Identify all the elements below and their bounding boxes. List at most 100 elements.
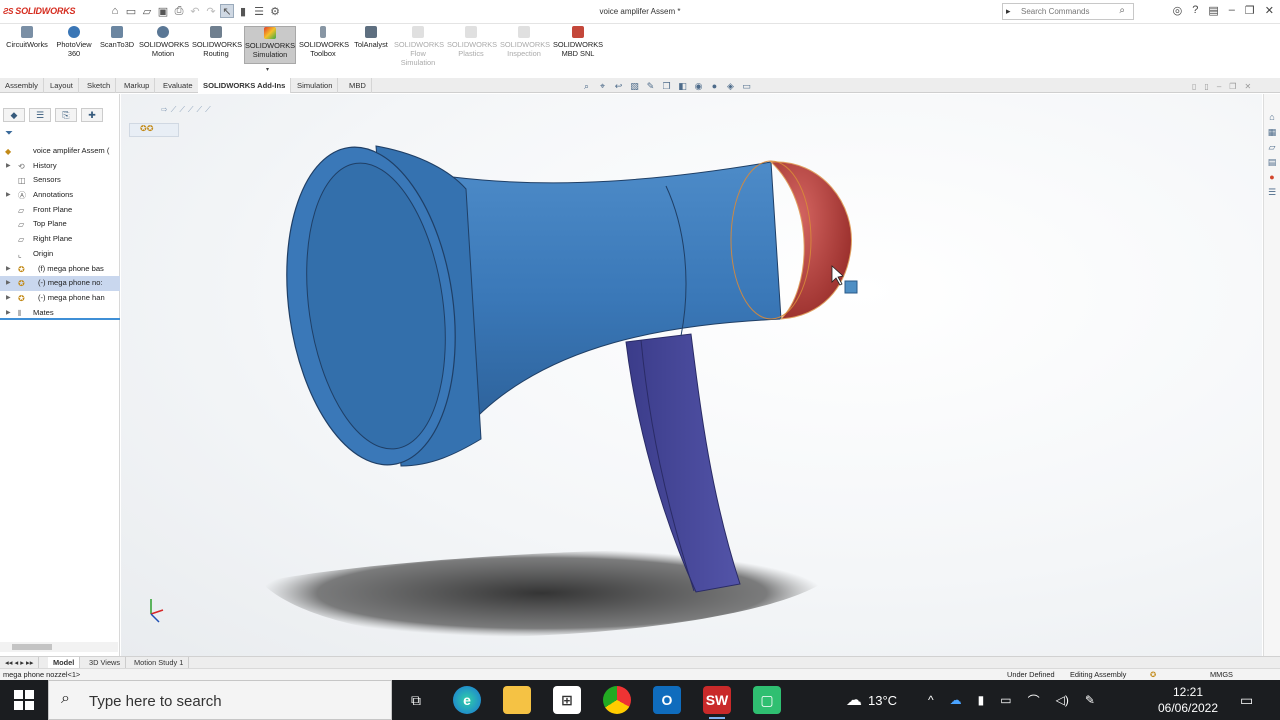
solidworks-resources-icon[interactable]: ⌂ [1266,112,1278,124]
flow-simulation-button[interactable]: SOLIDWORKS Flow Simulation [394,26,444,67]
section-view-icon[interactable]: ▧ [628,81,641,92]
breadcrumb-filter-icon[interactable]: ⇨ [161,105,168,115]
usb-icon[interactable]: ▮ [978,693,985,707]
featuremanager-tab-icon[interactable]: ◆ [3,108,25,122]
battery-icon[interactable]: ▭ [1000,693,1011,707]
breadcrumb-sketch-icon[interactable]: ⟋ [179,105,185,115]
search-commands-input[interactable]: ▸ Search Commands ⌕ [1002,3,1134,20]
print-icon[interactable]: ⎙ [172,4,186,18]
zoom-to-area-icon[interactable]: ⌖ [596,81,609,92]
tile-icon[interactable]: ▤ [1208,4,1218,17]
inspection-button[interactable]: SOLIDWORKS Inspection [500,26,550,58]
microsoft-store-icon[interactable]: ⊞ [553,686,581,714]
wifi-icon[interactable]: ⌒ [1028,692,1040,709]
tree-item-part[interactable]: ▶ ✪ (f) mega phone bas [0,262,120,277]
tab-markup[interactable]: Markup [119,78,156,93]
units-selector[interactable]: MMGS [1210,670,1233,679]
dimxpert-tab-icon[interactable]: ✚ [81,108,103,122]
solidworks-logo[interactable]: ƧS SOLIDWORKS [3,6,75,16]
file-properties-icon[interactable]: ☰ [252,4,266,18]
edge-browser-icon[interactable]: e [453,686,481,714]
dynamic-annotation-icon[interactable]: ✎ [644,81,657,92]
display-style-icon[interactable]: ◧ [676,81,689,92]
tree-item-sensors[interactable]: ◫ Sensors [0,173,120,188]
graphics-area[interactable]: ⇨ ⟋ ⟋ ⟋ ⟋ ⟋ ✪✪ [121,94,1262,656]
tree-item-part[interactable]: ▶ ✪ (-) mega phone han [0,291,120,306]
tree-item-mates[interactable]: ▶ ⫴ Mates [0,306,120,321]
photoview-360-button[interactable]: PhotoView 360 [54,26,94,58]
search-scope-icon[interactable]: ▸ [1006,6,1011,17]
breadcrumb-sketch-icon[interactable]: ⟋ [171,105,177,115]
rebuild-status-icon[interactable]: ✪ [1150,670,1156,679]
close-icon[interactable]: ✕ [1265,4,1274,17]
breadcrumb-assembly-icon[interactable]: ✪✪ [129,123,179,137]
solidworks-taskbar-icon[interactable]: SW [703,686,731,719]
expand-arrow-icon[interactable]: ▶ [6,291,11,305]
solidworks-motion-button[interactable]: SOLIDWORKS Motion [139,26,189,58]
tab-evaluate[interactable]: Evaluate [158,78,199,93]
tab-solidworks-add-ins[interactable]: SOLIDWORKS Add-Ins [198,78,292,93]
tab-sketch[interactable]: Sketch [82,78,117,93]
tab-assembly[interactable]: Assembly [0,78,44,93]
volume-icon[interactable]: ◁) [1056,693,1069,707]
hide-show-items-icon[interactable]: ◉ [692,81,705,92]
filter-icon[interactable]: ⏷ [5,128,13,139]
screen-recorder-icon[interactable]: ▢ [753,686,781,714]
apply-scene-icon[interactable]: ◈ [724,81,737,92]
view-settings-icon[interactable]: ▭ [740,81,753,92]
solidworks-routing-button[interactable]: SOLIDWORKS Routing [192,26,242,58]
plastics-button[interactable]: SOLIDWORKS Plastics [447,26,497,58]
expand-arrow-icon[interactable]: ▶ [6,276,11,290]
expand-arrow-icon[interactable]: ▶ [6,159,11,173]
scanto3d-button[interactable]: ScanTo3D [98,26,136,49]
search-icon[interactable]: ⌕ [1119,5,1125,16]
select-cursor-icon[interactable]: ↖ [220,4,234,18]
appearances-icon[interactable]: ● [1266,172,1278,184]
onedrive-icon[interactable]: ☁ [950,693,962,707]
solidworks-toolbox-button[interactable]: SOLIDWORKS Toolbox [299,26,349,58]
tree-item-history[interactable]: ▶ ⟲ History [0,159,120,174]
tree-item-part[interactable]: ▶ ✪ (-) mega phone no: [0,276,120,291]
mbd-snl-button[interactable]: SOLIDWORKS MBD SNL [553,26,603,58]
tree-item-annotations[interactable]: ▶ Ⓐ Annotations [0,188,120,203]
tree-item-top-plane[interactable]: ▱ Top Plane [0,217,120,232]
split-viewport-icon[interactable]: ▯ [1204,82,1208,91]
user-icon[interactable]: ◎ [1173,4,1183,17]
propertymanager-tab-icon[interactable]: ☰ [29,108,51,122]
save-icon[interactable]: ▣ [156,4,170,18]
tree-item-origin[interactable]: ⌞ Origin [0,247,120,262]
file-explorer-icon[interactable] [503,686,531,714]
tile-viewport-icon[interactable]: ▯ [1192,82,1196,91]
expand-arrow-icon[interactable]: ▶ [6,188,11,202]
pen-icon[interactable]: ✎ [1085,693,1095,707]
taskbar-clock[interactable]: 12:21 06/06/2022 [1148,684,1228,716]
tab-mbd[interactable]: MBD [344,78,372,93]
weather-widget[interactable]: ☁ 13°C [846,680,897,720]
viewport-close-icon[interactable]: ✕ [1244,82,1251,91]
breadcrumb-sketch-icon[interactable]: ⟋ [188,105,194,115]
previous-view-icon[interactable]: ↩ [612,81,625,92]
design-library-icon[interactable]: ▦ [1266,127,1278,139]
horizontal-scrollbar[interactable] [0,642,118,652]
tree-item-right-plane[interactable]: ▱ Right Plane [0,232,120,247]
megaphone-model[interactable] [121,94,1262,656]
outlook-icon[interactable]: O [653,686,681,714]
viewport-restore-icon[interactable]: ❐ [1229,82,1236,91]
open-folder-icon[interactable]: ▱ [140,4,154,18]
options-gear-icon[interactable]: ⚙ [268,4,282,18]
file-explorer-icon[interactable]: ▱ [1266,142,1278,154]
taskbar-search-box[interactable]: ⌕ Type here to search [48,680,392,720]
chevron-up-icon[interactable]: ^ [928,693,934,707]
view-orientation-icon[interactable]: ❒ [660,81,673,92]
tree-item-front-plane[interactable]: ▱ Front Plane [0,203,120,218]
solidworks-simulation-button[interactable]: SOLIDWORKS Simulation [244,26,296,64]
tree-root-assembly[interactable]: ◆ voice amplifer Assem ( [0,144,120,159]
chrome-icon[interactable] [603,686,631,714]
restore-icon[interactable]: ❐ [1245,4,1255,17]
help-icon[interactable]: ? [1192,4,1198,17]
task-view-icon[interactable]: ⧉ [402,686,430,714]
tab-layout[interactable]: Layout [45,78,79,93]
home-icon[interactable]: ⌂ [108,4,122,18]
tab-simulation[interactable]: Simulation [292,78,339,93]
chevron-down-icon[interactable]: ▾ [266,66,269,73]
